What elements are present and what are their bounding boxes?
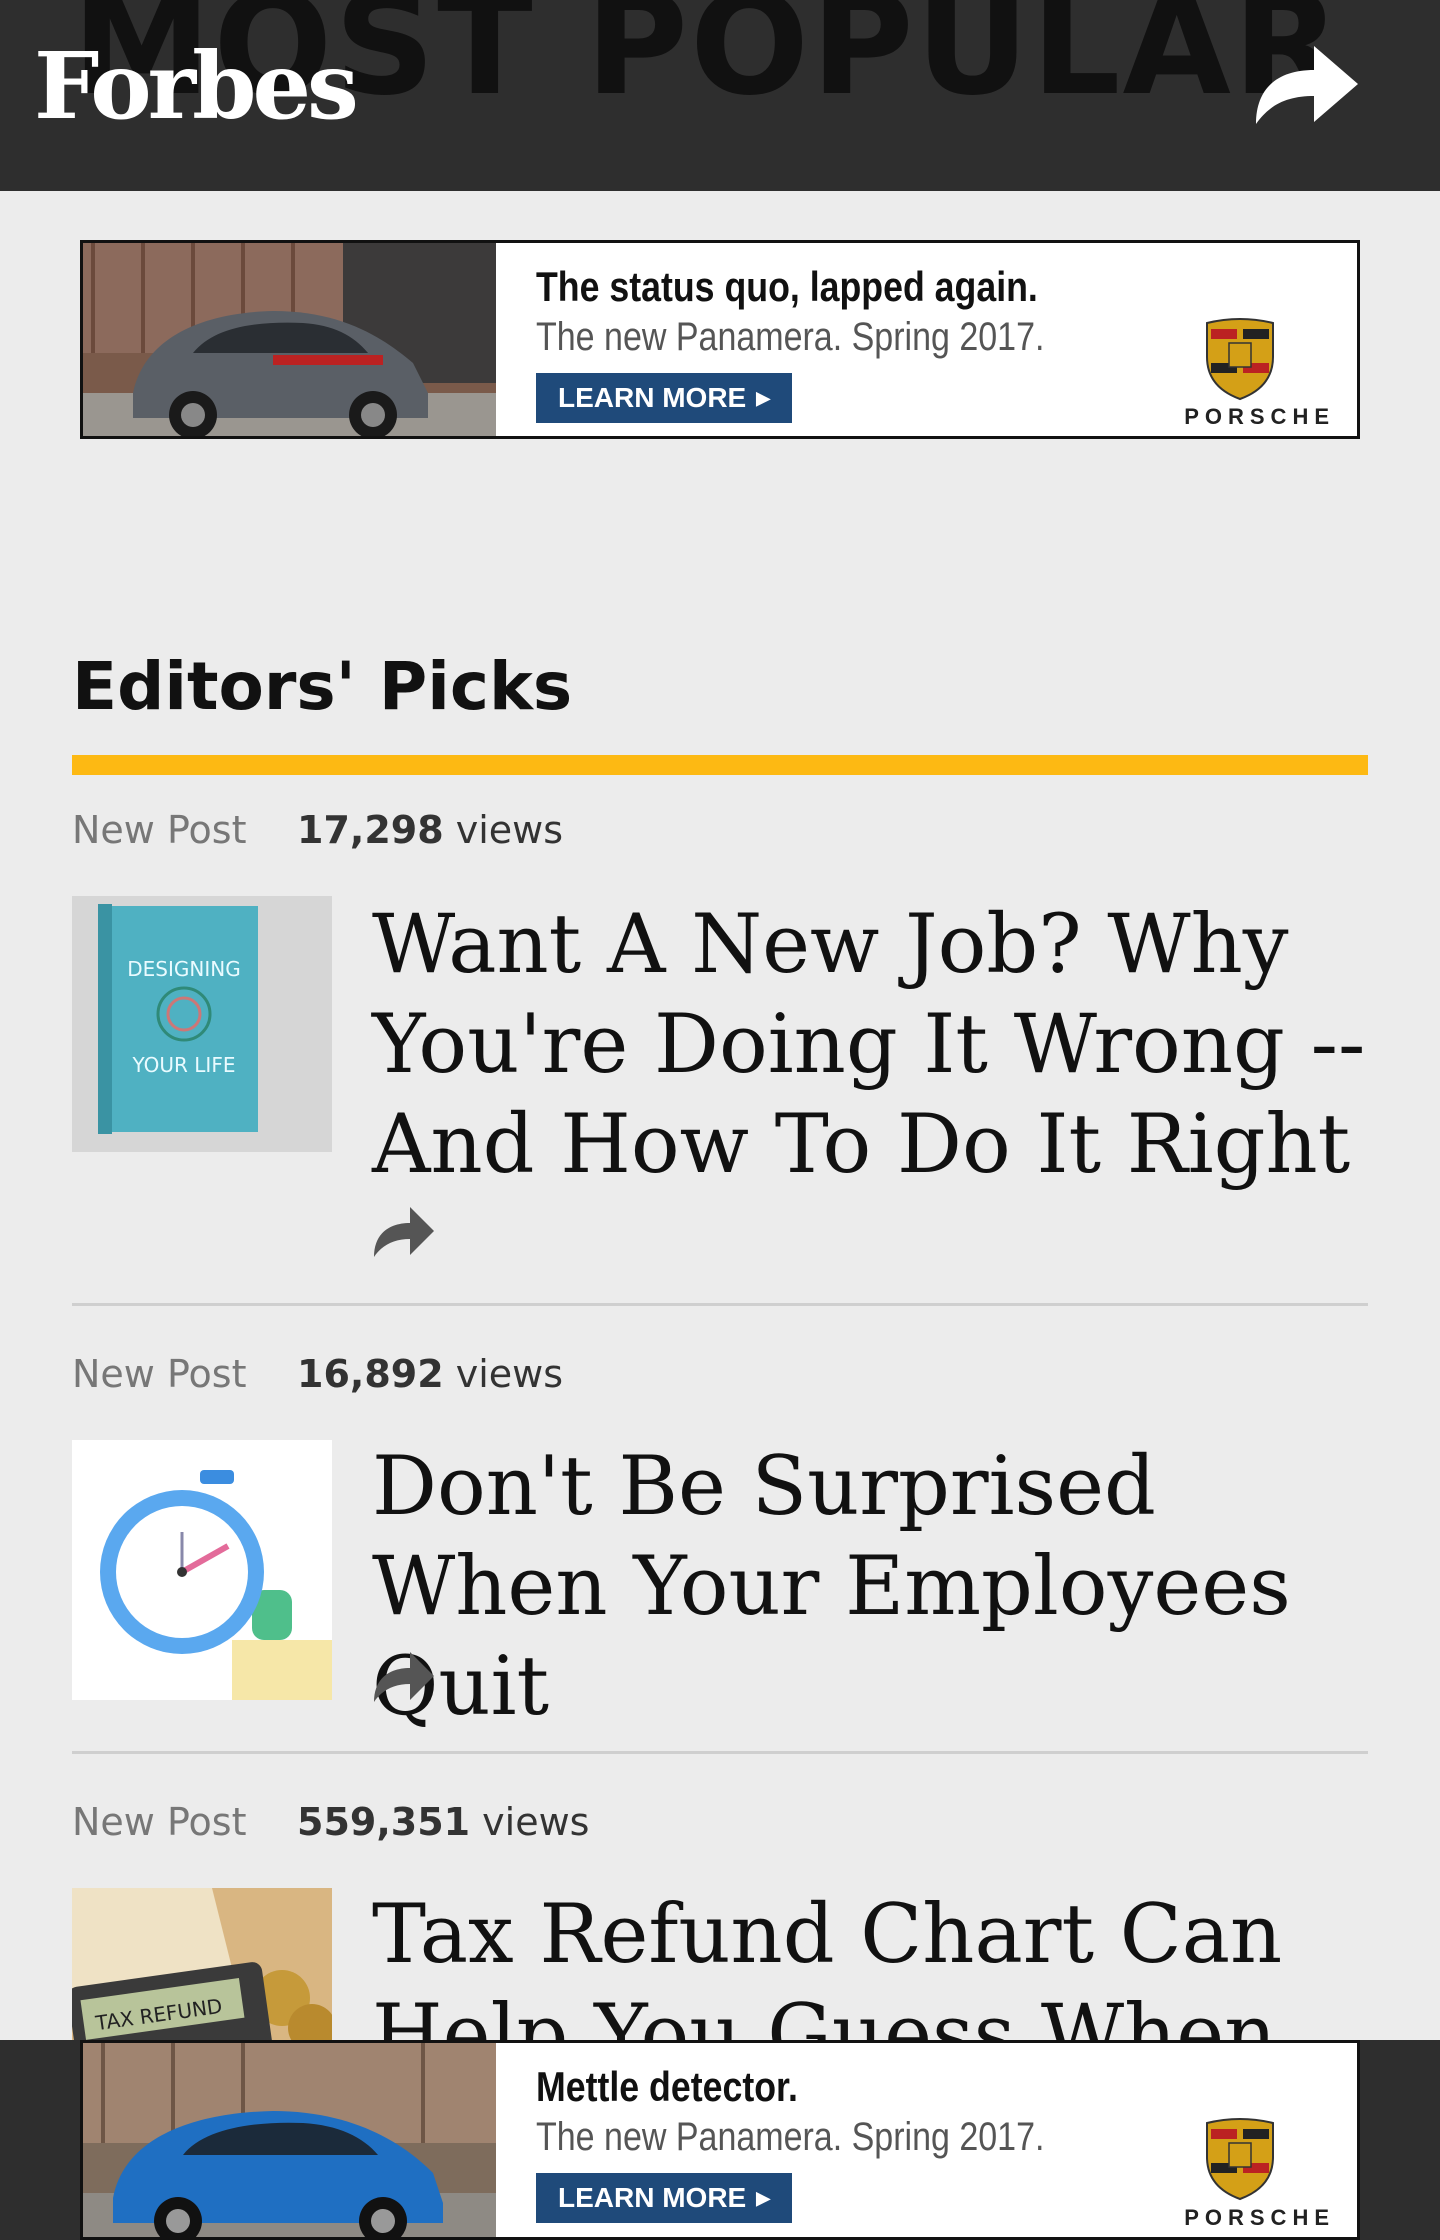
ad-car-photo bbox=[83, 2043, 496, 2237]
ad-car-photo bbox=[83, 243, 496, 436]
post-label: New Post bbox=[72, 1800, 247, 1844]
book-title-line-1: DESIGNING bbox=[127, 957, 240, 981]
porsche-crest-icon bbox=[1206, 318, 1274, 401]
article-headline[interactable]: Don't Be Surprised When Your Employees Q… bbox=[372, 1437, 1372, 1737]
learn-more-label: LEARN MORE bbox=[558, 382, 747, 413]
book-cover-icon: DESIGNING YOUR LIFE bbox=[72, 896, 332, 1152]
book-title-line-2: YOUR LIFE bbox=[132, 1053, 236, 1077]
learn-more-label: LEARN MORE bbox=[558, 2182, 747, 2213]
ad-subline: The new Panamera. Spring 2017. bbox=[536, 2115, 1045, 2159]
ad-banner-bottom[interactable]: Mettle detector. The new Panamera. Sprin… bbox=[80, 2040, 1360, 2240]
post-label: New Post bbox=[72, 1352, 247, 1396]
share-arrow-icon[interactable] bbox=[1252, 40, 1362, 130]
stopwatch-icon bbox=[72, 1440, 332, 1700]
play-arrow-icon: ▶ bbox=[756, 2187, 771, 2208]
section-accent-rule bbox=[72, 755, 1368, 775]
views-word: views bbox=[482, 1800, 590, 1844]
ad-banner-top[interactable]: The status quo, lapped again. The new Pa… bbox=[80, 240, 1360, 439]
article-thumbnail[interactable]: DESIGNING YOUR LIFE bbox=[72, 896, 332, 1152]
views-word: views bbox=[455, 1352, 564, 1396]
ad-headline: Mettle detector. bbox=[536, 2063, 798, 2110]
article-headline[interactable]: Want A New Job? Why You're Doing It Wron… bbox=[372, 895, 1372, 1195]
article-divider bbox=[72, 1303, 1368, 1306]
article-divider bbox=[72, 1751, 1368, 1754]
post-label: New Post bbox=[72, 808, 247, 852]
views-word: views bbox=[455, 808, 564, 852]
learn-more-button[interactable]: LEARN MORE ▶ bbox=[536, 2173, 793, 2223]
article-meta: New Post 559,351 views bbox=[72, 1800, 589, 1844]
share-arrow-icon[interactable] bbox=[372, 1205, 436, 1259]
share-arrow-icon[interactable] bbox=[372, 1650, 436, 1704]
top-header: MOST POPULAR Forbes bbox=[0, 0, 1440, 191]
ad-headline: The status quo, lapped again. bbox=[536, 263, 1038, 310]
ad-subline: The new Panamera. Spring 2017. bbox=[536, 315, 1045, 359]
porsche-crest-icon bbox=[1206, 2118, 1274, 2201]
play-arrow-icon: ▶ bbox=[756, 387, 771, 408]
ad-copy: The status quo, lapped again. The new Pa… bbox=[496, 243, 1357, 436]
article-meta: New Post 16,892 views bbox=[72, 1352, 563, 1396]
view-count: 17,298 bbox=[297, 808, 444, 852]
forbes-logo[interactable]: Forbes bbox=[34, 40, 359, 132]
porsche-wordmark: PORSCHE bbox=[1184, 404, 1335, 429]
learn-more-button[interactable]: LEARN MORE ▶ bbox=[536, 373, 793, 423]
ad-copy: Mettle detector. The new Panamera. Sprin… bbox=[496, 2043, 1357, 2237]
article-meta: New Post 17,298 views bbox=[72, 808, 563, 852]
porsche-wordmark: PORSCHE bbox=[1184, 2205, 1335, 2230]
view-count: 16,892 bbox=[297, 1352, 444, 1396]
view-count: 559,351 bbox=[297, 1800, 471, 1844]
article-thumbnail[interactable] bbox=[72, 1440, 332, 1700]
page: MOST POPULAR Forbes The status quo, lapp… bbox=[0, 0, 1440, 2240]
section-title: Editors' Picks bbox=[72, 648, 573, 725]
